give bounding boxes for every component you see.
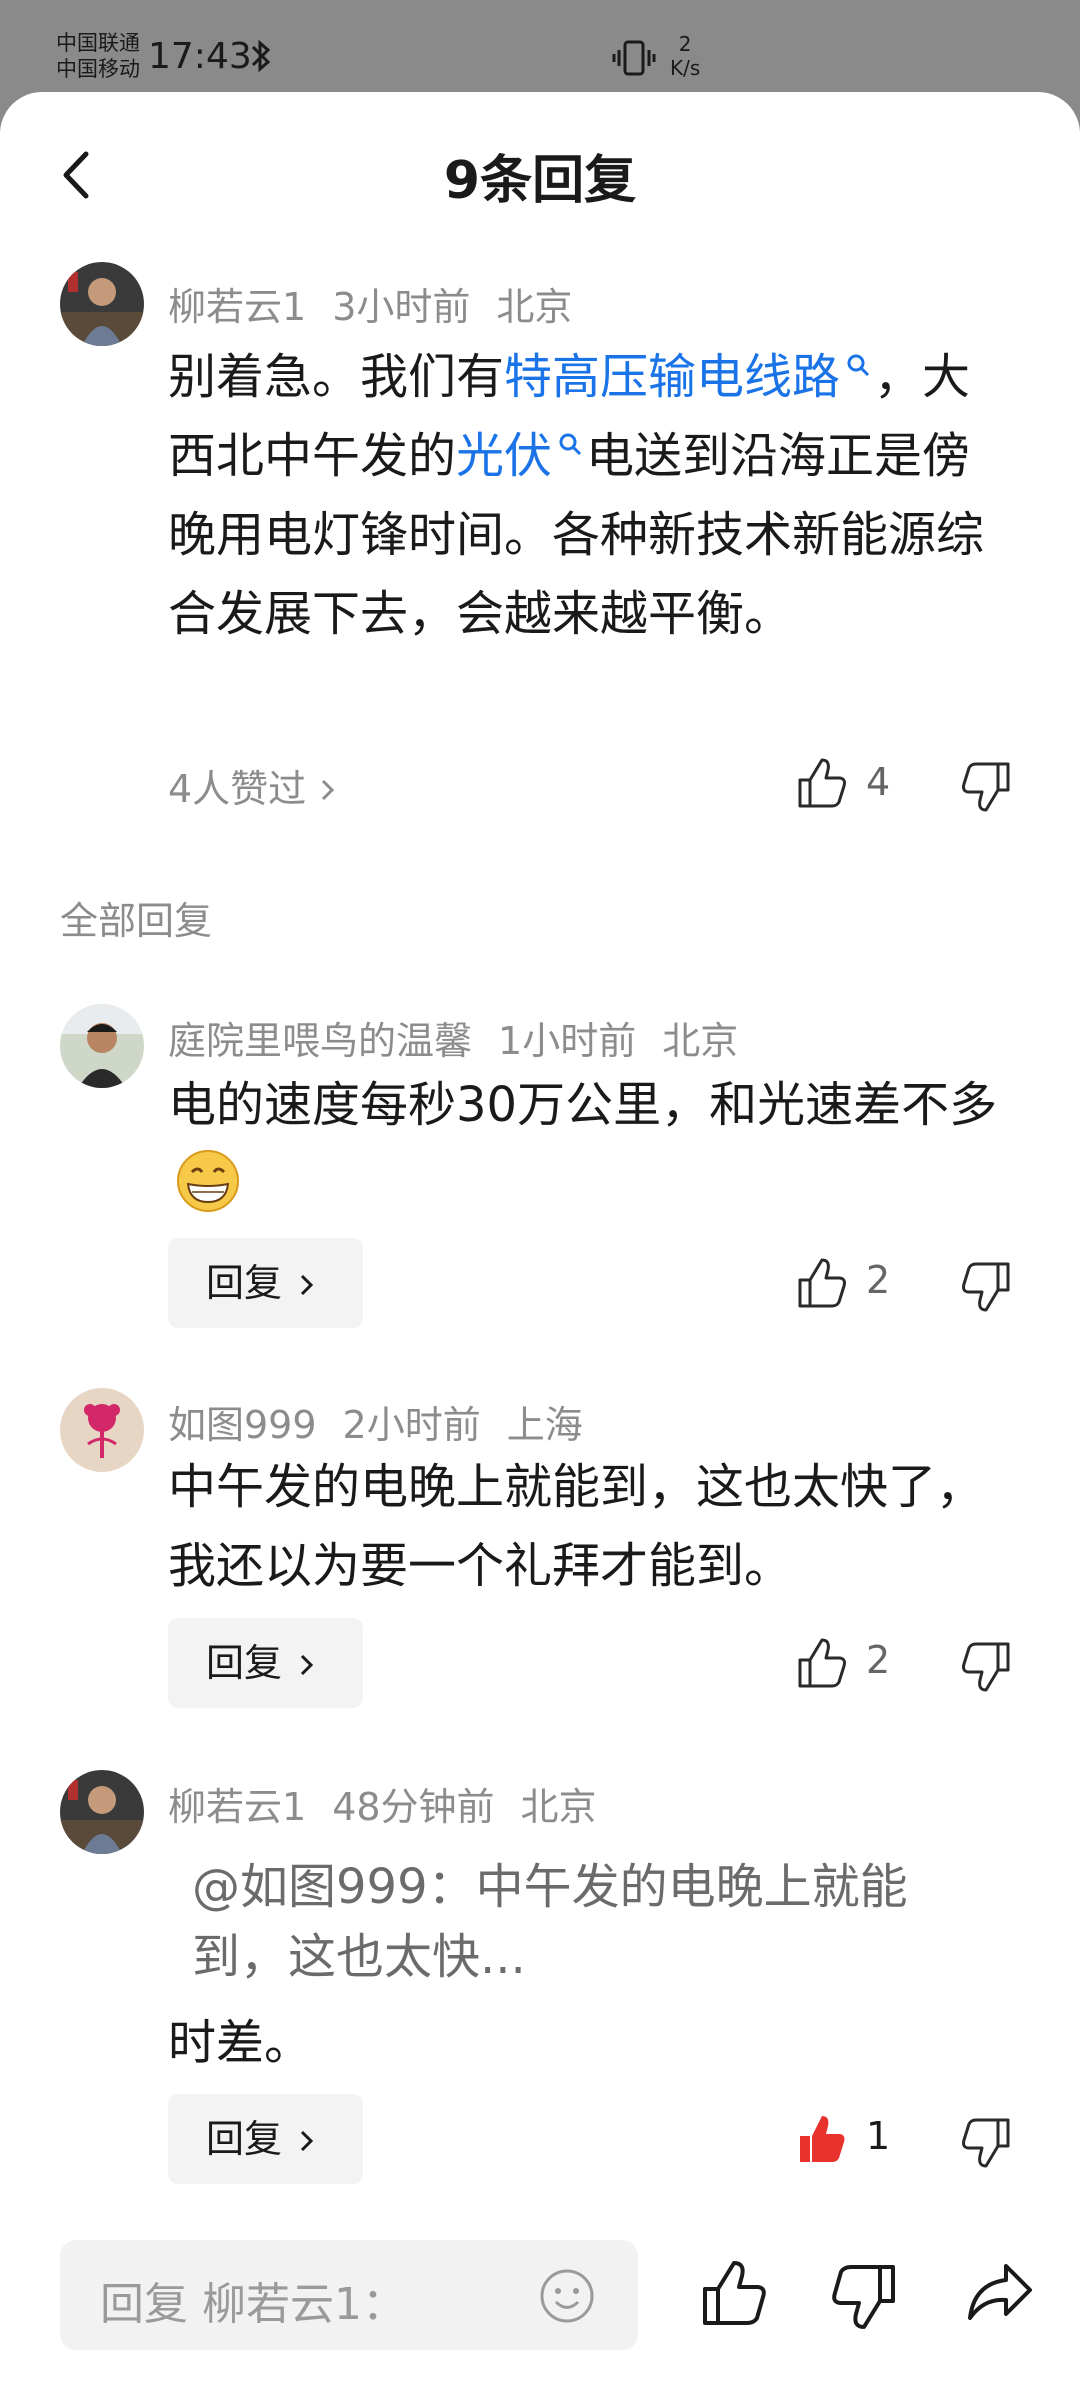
reply-input-placeholder[interactable]: 回复 柳若云1：: [100, 2268, 406, 2332]
search-link-uhv-lines[interactable]: 特高压输电线路: [504, 349, 874, 405]
like-count: 2: [866, 1258, 891, 1302]
likers-label: 4人赞过: [168, 767, 307, 811]
reply-button-label: 回复: [206, 1261, 283, 1305]
network-speed: 2 K/s: [670, 32, 700, 80]
timestamp: 2小时前: [342, 1403, 481, 1447]
search-link-label: 特高压输电线路: [504, 349, 841, 405]
page-title: 9条回复: [443, 151, 637, 211]
grin-emoji-icon: [177, 1150, 239, 1212]
likers-link[interactable]: 4人赞过: [168, 758, 338, 813]
search-icon: [559, 433, 582, 456]
avatar[interactable]: [60, 262, 144, 346]
search-icon: [847, 354, 870, 377]
reply-text-content: 电的速度每秒30万公里，和光速差不多: [168, 1077, 998, 1133]
timestamp: 3小时前: [332, 285, 471, 329]
reply-button-label: 回复: [206, 1641, 283, 1685]
section-label-all-replies: 全部回复: [60, 899, 213, 943]
location: 北京: [662, 1019, 739, 1063]
chevron-right-icon: [301, 1274, 314, 1296]
reply-button[interactable]: 回复: [168, 1238, 363, 1328]
clock: 17:43: [148, 36, 252, 77]
dislike-icon[interactable]: [960, 1640, 1012, 1694]
like-icon[interactable]: [796, 756, 848, 810]
like-icon[interactable]: [796, 1636, 848, 1690]
like-count: 4: [866, 760, 891, 804]
bluetooth-icon: [251, 39, 271, 73]
comment-text-part1: 别着急。我们有: [168, 349, 505, 405]
like-count: 1: [866, 2114, 891, 2158]
dislike-icon[interactable]: [960, 1260, 1012, 1314]
network-speed-value: 2: [678, 32, 692, 56]
timestamp: 1小时前: [498, 1019, 637, 1063]
search-link-label: 光伏: [456, 428, 553, 484]
avatar-image: [60, 1388, 144, 1472]
carrier-names: 中国联通 中国移动: [56, 30, 140, 82]
avatar-image: [60, 1004, 144, 1088]
comment-meta: 柳若云1 3小时前 北京: [168, 276, 598, 331]
emoji-icon[interactable]: [538, 2267, 596, 2325]
username[interactable]: 如图999: [168, 1403, 317, 1447]
network-speed-unit: K/s: [670, 56, 701, 80]
quoted-reply[interactable]: @如图999：中午发的电晚上就能到，这也太快...: [192, 1852, 972, 1992]
search-link-photovoltaic[interactable]: 光伏: [456, 428, 586, 484]
dislike-icon[interactable]: [960, 760, 1012, 814]
chevron-right-icon: [322, 779, 335, 801]
username[interactable]: 柳若云1: [168, 1785, 306, 1829]
reply-text: 电的速度每秒30万公里，和光速差不多: [168, 1066, 998, 1224]
dislike-icon[interactable]: [830, 2262, 898, 2332]
avatar[interactable]: [60, 1388, 144, 1472]
comment-text: 别着急。我们有特高压输电线路 ，大西北中午发的光伏 电送到沿海正是傍晚用电灯锋时间。…: [168, 338, 998, 654]
status-bar: 中国联通 中国移动 17:43 2 K/s: [0, 0, 1080, 90]
comment-meta: 柳若云1 48分钟前 北京: [168, 1776, 623, 1831]
location: 上海: [506, 1403, 583, 1447]
reply-button-label: 回复: [206, 2117, 283, 2161]
reply-text: 中午发的电晚上就能到，这也太快了，我还以为要一个礼拜才能到。: [168, 1459, 985, 1594]
comment-meta: 庭院里喂鸟的温馨 1小时前 北京: [168, 1010, 764, 1065]
like-count: 2: [866, 1638, 891, 1682]
share-icon[interactable]: [966, 2260, 1034, 2324]
username[interactable]: 庭院里喂鸟的温馨: [168, 1019, 472, 1063]
avatar-image: [60, 262, 144, 346]
avatar[interactable]: [60, 1770, 144, 1854]
reply-text: 时差。: [168, 2015, 313, 2071]
dislike-icon[interactable]: [960, 2116, 1012, 2170]
location: 北京: [520, 1785, 597, 1829]
chevron-right-icon: [301, 1654, 314, 1676]
liked-icon[interactable]: [796, 2112, 848, 2166]
comment-meta: 如图999 2小时前 上海: [168, 1394, 609, 1449]
reply-button[interactable]: 回复: [168, 2094, 363, 2184]
avatar-image: [60, 1770, 144, 1854]
vibrate-icon: [612, 40, 656, 76]
reply-button[interactable]: 回复: [168, 1618, 363, 1708]
chevron-right-icon: [301, 2130, 314, 2152]
location: 北京: [496, 285, 573, 329]
like-icon[interactable]: [700, 2258, 768, 2328]
carrier-1: 中国联通: [56, 31, 140, 55]
like-icon[interactable]: [796, 1256, 848, 1310]
avatar[interactable]: [60, 1004, 144, 1088]
timestamp: 48分钟前: [332, 1785, 495, 1829]
username[interactable]: 柳若云1: [168, 285, 306, 329]
carrier-2: 中国移动: [56, 57, 140, 81]
